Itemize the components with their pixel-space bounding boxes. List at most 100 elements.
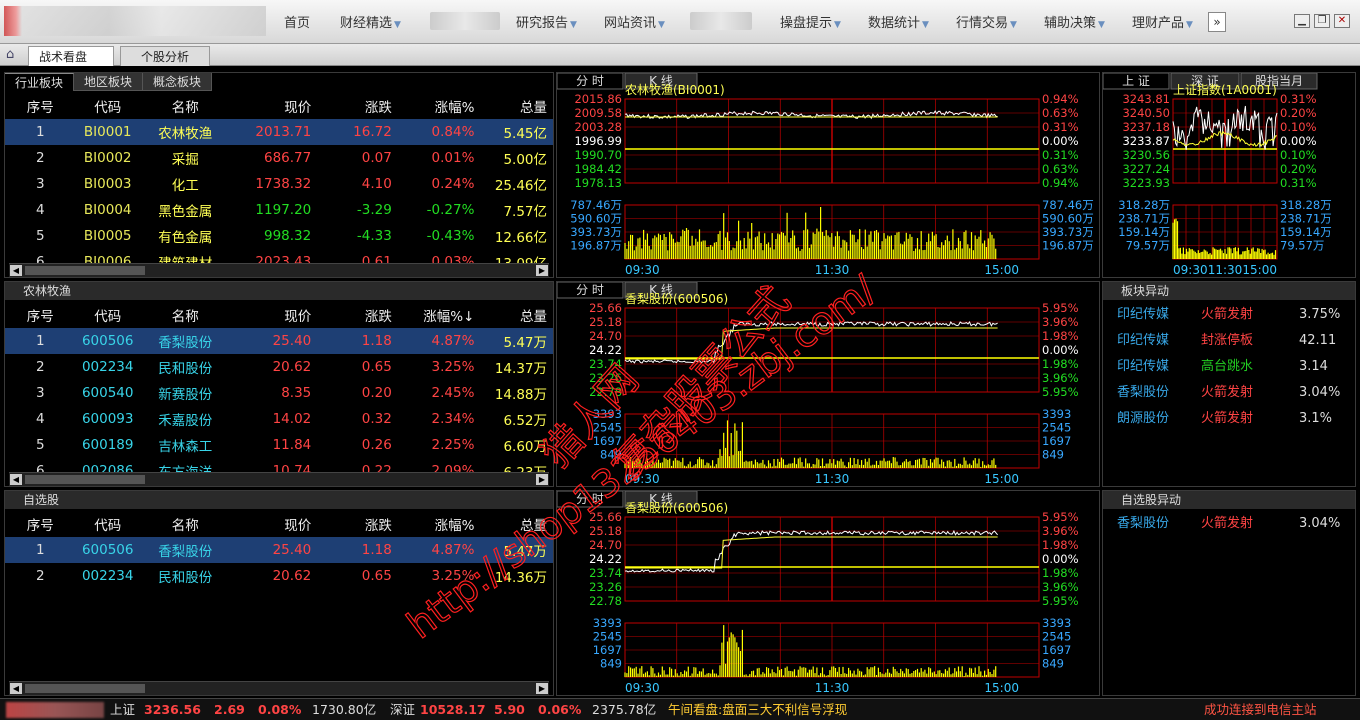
column-header[interactable]: 总量: [480, 93, 553, 119]
menu-item-4[interactable]: 操盘提示 ▼: [780, 12, 841, 31]
alert-row[interactable]: 朗源股份 火箭发射 3.1%: [1103, 406, 1355, 432]
column-header[interactable]: 现价: [231, 93, 318, 119]
column-header[interactable]: 涨跌: [317, 93, 398, 119]
row-index: 6: [35, 463, 45, 472]
close-icon[interactable]: ✕: [1334, 14, 1350, 28]
table-row[interactable]: 4 BI0004 黑色金属 1197.20 -3.29 -0.27% 7.57亿: [5, 197, 553, 223]
panel-title: 农林牧渔: [5, 282, 553, 300]
column-header[interactable]: 代码: [76, 511, 140, 537]
percent-axis-label: 0.10%: [1280, 148, 1317, 162]
menu-item-1[interactable]: 财经精选 ▼: [340, 12, 401, 31]
change: 0.22: [361, 463, 392, 472]
stock-code: BI0003: [83, 176, 132, 192]
horizontal-scrollbar[interactable]: ◀ ▶: [9, 472, 549, 486]
home-icon[interactable]: ⌂: [6, 47, 22, 63]
chart-tab-label[interactable]: 分 时: [576, 283, 604, 297]
alert-row[interactable]: 香梨股份 火箭发射 3.04%: [1103, 511, 1355, 537]
tab-industry[interactable]: 行业板块: [5, 73, 75, 91]
tab-stock-analysis[interactable]: 个股分析: [120, 46, 210, 66]
column-header[interactable]: 代码: [76, 93, 140, 119]
table-row[interactable]: 2 BI0002 采掘 686.77 0.07 0.01% 5.00亿: [5, 145, 553, 171]
table-row[interactable]: 1 600506 香梨股份 25.40 1.18 4.87% 5.47万: [5, 537, 553, 563]
price-axis-label: 25.18: [589, 315, 622, 329]
news-ticker[interactable]: 午间看盘:盘面三大不利信号浮现: [668, 700, 847, 720]
tab-tactical[interactable]: 战术看盘×: [28, 46, 114, 84]
row-index: 4: [35, 202, 45, 218]
column-header[interactable]: 序号: [5, 93, 76, 119]
volume-axis-label: 1697: [1042, 434, 1071, 448]
scroll-thumb[interactable]: [25, 684, 145, 693]
column-header[interactable]: 总量: [480, 511, 553, 537]
column-header[interactable]: 名称: [140, 302, 231, 328]
table-row[interactable]: 1 BI0001 农林牧渔 2013.71 16.72 0.84% 5.45亿: [5, 119, 553, 145]
alert-row[interactable]: 印纪传媒 高台跳水 3.14: [1103, 354, 1355, 380]
row-index: 5: [35, 228, 45, 244]
percent-axis-label: 5.95%: [1042, 301, 1079, 315]
table-row[interactable]: 4 600093 禾嘉股份 14.02 0.32 2.34% 6.52万: [5, 406, 553, 432]
stock-name: 禾嘉股份: [158, 413, 213, 429]
column-header[interactable]: 涨跌: [317, 511, 398, 537]
scroll-right-icon[interactable]: ▶: [536, 474, 548, 485]
column-header[interactable]: 代码: [76, 302, 140, 328]
alert-stock: 印纪传媒: [1117, 359, 1170, 374]
alert-row[interactable]: 印纪传媒 火箭发射 3.75%: [1103, 302, 1355, 328]
column-header[interactable]: 涨幅%: [398, 511, 481, 537]
scroll-left-icon[interactable]: ◀: [10, 474, 22, 485]
menu-item-6[interactable]: 行情交易 ▼: [956, 12, 1017, 31]
horizontal-scrollbar[interactable]: ◀ ▶: [9, 681, 549, 695]
column-header[interactable]: 涨幅%: [398, 93, 481, 119]
table-row[interactable]: 6 BI0006 建筑建材 2023.43 0.61 0.03% 13.09亿: [5, 249, 553, 263]
scroll-left-icon[interactable]: ◀: [10, 265, 22, 276]
menu-item-3[interactable]: 网站资讯 ▼: [604, 12, 665, 31]
chart-tab-label[interactable]: 上 证: [1122, 74, 1150, 88]
column-header[interactable]: 涨幅%↓: [398, 302, 481, 328]
minimize-icon[interactable]: ▁: [1294, 14, 1310, 28]
volume: 25.46亿: [494, 178, 547, 194]
change: 0.65: [361, 359, 392, 375]
table-row[interactable]: 6 002086 东方海洋 10.74 0.22 2.09% 6.23万: [5, 458, 553, 472]
chart-tab-label[interactable]: 分 时: [576, 492, 604, 506]
tab-region[interactable]: 地区板块: [74, 73, 144, 91]
column-header[interactable]: 名称: [140, 93, 231, 119]
restore-icon[interactable]: ❐: [1314, 14, 1330, 28]
menu-item-2[interactable]: 研究报告 ▼: [516, 12, 577, 31]
more-menu-button[interactable]: »: [1208, 12, 1226, 32]
chart-tab-label[interactable]: 分 时: [576, 74, 604, 88]
column-header[interactable]: 涨跌: [317, 302, 398, 328]
table-row[interactable]: 1 600506 香梨股份 25.40 1.18 4.87% 5.47万: [5, 328, 553, 354]
volume: 6.60万: [503, 439, 547, 455]
column-header[interactable]: 名称: [140, 511, 231, 537]
table-row[interactable]: 2 002234 民和股份 20.62 0.65 3.25% 14.37万: [5, 354, 553, 380]
volume-axis-label: 3393: [593, 407, 622, 421]
table-row[interactable]: 5 600189 吉林森工 11.84 0.26 2.25% 6.60万: [5, 432, 553, 458]
alert-row[interactable]: 印纪传媒 封涨停板 42.11: [1103, 328, 1355, 354]
menu-item-8[interactable]: 理财产品 ▼: [1132, 12, 1193, 31]
column-header[interactable]: 序号: [5, 511, 76, 537]
scroll-right-icon[interactable]: ▶: [536, 683, 548, 694]
alert-row[interactable]: 香梨股份 火箭发射 3.04%: [1103, 380, 1355, 406]
price: 998.32: [264, 228, 312, 244]
menu-item-5[interactable]: 数据统计 ▼: [868, 12, 929, 31]
scroll-left-icon[interactable]: ◀: [10, 683, 22, 694]
table-row[interactable]: 3 BI0003 化工 1738.32 4.10 0.24% 25.46亿: [5, 171, 553, 197]
watchlist-table-wrap: 序号 代码 名称 现价 涨跌 涨幅% 总量 1 600506 香梨股份 25.40 1.18 4.87%…: [5, 511, 553, 681]
table-row[interactable]: 5 BI0005 有色金属 998.32 -4.33 -0.43% 12.66亿: [5, 223, 553, 249]
watchlist-panel: 自选股 序号 代码 名称 现价 涨跌 涨幅% 总量 1 600506 香梨股份 25.40 1.18 4…: [4, 490, 554, 696]
scroll-thumb[interactable]: [25, 266, 145, 275]
table-row[interactable]: 2 002234 民和股份 20.62 0.65 3.25% 14.36万: [5, 563, 553, 589]
horizontal-scrollbar[interactable]: ◀ ▶: [9, 263, 549, 277]
column-header[interactable]: 现价: [231, 511, 318, 537]
menu-item-7[interactable]: 辅助决策 ▼: [1044, 12, 1105, 31]
change-percent: -0.43%: [426, 228, 475, 244]
column-header[interactable]: 现价: [231, 302, 318, 328]
column-header[interactable]: 总量: [480, 302, 553, 328]
tab-concept[interactable]: 概念板块: [143, 73, 213, 91]
table-row[interactable]: 3 600540 新赛股份 8.35 0.20 2.45% 14.88万: [5, 380, 553, 406]
menu-item-0[interactable]: 首页: [284, 12, 310, 31]
scroll-thumb[interactable]: [25, 475, 145, 484]
column-header[interactable]: 序号: [5, 302, 76, 328]
alert-event: 火箭发射: [1201, 411, 1254, 426]
scroll-right-icon[interactable]: ▶: [536, 265, 548, 276]
average-price-line: [625, 536, 998, 569]
percent-axis-label: 0.31%: [1280, 176, 1317, 190]
